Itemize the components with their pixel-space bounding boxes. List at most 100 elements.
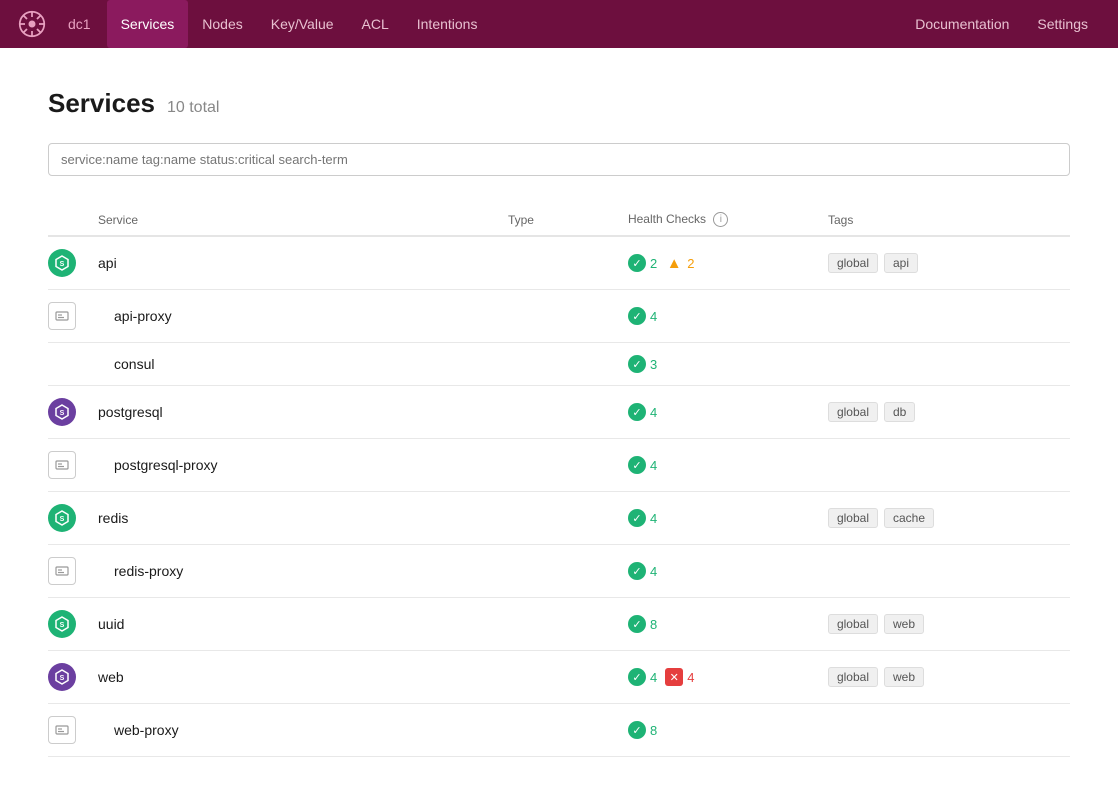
nav-item-documentation[interactable]: Documentation (901, 0, 1023, 48)
svc-tags-cell (828, 439, 1070, 492)
tag-badge[interactable]: global (828, 667, 878, 687)
table-row: consul✓3 (48, 343, 1070, 386)
svc-name-cell[interactable]: consul (98, 343, 508, 386)
svc-name-cell[interactable]: web (98, 651, 508, 704)
svc-name: api-proxy (98, 308, 172, 324)
service-icon: S (48, 398, 76, 426)
svc-type-cell (508, 598, 628, 651)
svc-type-cell (508, 343, 628, 386)
check-passed-icon: ✓ (628, 721, 646, 739)
table-row: S postgresql ✓4 global db (48, 386, 1070, 439)
svc-name-cell[interactable]: api-proxy (98, 290, 508, 343)
svc-type-cell (508, 492, 628, 545)
tag-badge[interactable]: db (884, 402, 915, 422)
check-count-green: 4 (650, 309, 657, 324)
health-checks-label: Health Checks (628, 212, 706, 226)
check-count-green: 8 (650, 617, 657, 632)
tag-badge[interactable]: web (884, 614, 924, 634)
tag-badge[interactable]: global (828, 402, 878, 422)
check-passed-icon: ✓ (628, 307, 646, 325)
svc-type-cell (508, 545, 628, 598)
nav-item-nodes[interactable]: Nodes (188, 0, 256, 48)
check-count-green: 4 (650, 458, 657, 473)
main-content: Services 10 total Service Type Health Ch… (0, 48, 1118, 797)
svc-icon-cell (48, 343, 98, 386)
check-passed-icon: ✓ (628, 668, 646, 686)
table-row: S web✓4✕4globalweb (48, 651, 1070, 704)
health-indicators: ✓4 (628, 403, 816, 421)
svc-name-cell[interactable]: uuid (98, 598, 508, 651)
th-service: Service (98, 204, 508, 236)
check-passed-icon: ✓ (628, 254, 646, 272)
tag-badge[interactable]: api (884, 253, 918, 273)
tag-badge[interactable]: web (884, 667, 924, 687)
check-count-critical: 4 (687, 670, 694, 685)
service-icon: S (48, 249, 76, 277)
table-header-row: Service Type Health Checks i Tags (48, 204, 1070, 236)
nav-item-keyvalue[interactable]: Key/Value (257, 0, 348, 48)
table-row: S uuid✓8globalweb (48, 598, 1070, 651)
svc-health-cell: ✓8 (628, 704, 828, 757)
nav-item-intentions[interactable]: Intentions (403, 0, 492, 48)
tag-badge[interactable]: global (828, 253, 878, 273)
svc-icon-cell (48, 704, 98, 757)
check-warning-icon: ▲ (665, 254, 683, 272)
svc-icon-cell: S (48, 386, 98, 439)
health-indicators: ✓4 (628, 562, 816, 580)
health-check-green: ✓4 (628, 403, 657, 421)
services-table: Service Type Health Checks i Tags S api ✓… (48, 204, 1070, 757)
nav-item-services[interactable]: Services (107, 0, 189, 48)
svc-health-cell: ✓4 (628, 492, 828, 545)
svc-name-cell[interactable]: postgresql (98, 386, 508, 439)
table-row: S api✓2▲2globalapi (48, 236, 1070, 290)
check-count-green: 3 (650, 357, 657, 372)
check-passed-icon: ✓ (628, 615, 646, 633)
search-input[interactable] (48, 143, 1070, 176)
svc-icon-cell: S (48, 492, 98, 545)
svc-name-cell[interactable]: redis (98, 492, 508, 545)
nav-dc-label[interactable]: dc1 (60, 0, 99, 48)
service-icon: S (48, 610, 76, 638)
svc-type-cell (508, 386, 628, 439)
page-title: Services (48, 88, 155, 119)
tags-container: global cache (828, 508, 1058, 528)
svc-icon-cell (48, 439, 98, 492)
tag-badge[interactable]: global (828, 508, 878, 528)
check-count-green: 2 (650, 256, 657, 271)
nav-right: Documentation Settings (901, 0, 1102, 48)
page-count: 10 total (167, 99, 219, 117)
svc-icon-cell: S (48, 651, 98, 704)
svg-text:S: S (60, 410, 65, 417)
svg-text:S: S (60, 622, 65, 629)
tags-container: global api (828, 253, 1058, 273)
svc-health-cell: ✓8 (628, 598, 828, 651)
health-check-green: ✓4 (628, 456, 657, 474)
tag-badge[interactable]: cache (884, 508, 934, 528)
health-indicators: ✓4 (628, 456, 816, 474)
svc-name-cell[interactable]: api (98, 236, 508, 290)
svc-type-cell (508, 439, 628, 492)
nav-item-settings[interactable]: Settings (1023, 0, 1102, 48)
svc-name-cell[interactable]: redis-proxy (98, 545, 508, 598)
table-row: postgresql-proxy ✓4 (48, 439, 1070, 492)
health-checks-info-icon[interactable]: i (713, 212, 728, 227)
tag-badge[interactable]: global (828, 614, 878, 634)
svc-name-cell[interactable]: web-proxy (98, 704, 508, 757)
svc-tags-cell: global web (828, 651, 1070, 704)
check-count-green: 4 (650, 405, 657, 420)
check-passed-icon: ✓ (628, 355, 646, 373)
health-indicators: ✓4 (628, 509, 816, 527)
svc-tags-cell: global web (828, 598, 1070, 651)
svc-health-cell: ✓4 (628, 439, 828, 492)
health-indicators: ✓8 (628, 721, 816, 739)
service-icon: S (48, 663, 76, 691)
svc-tags-cell (828, 290, 1070, 343)
check-count-green: 4 (650, 670, 657, 685)
table-row: web-proxy ✓8 (48, 704, 1070, 757)
svc-type-cell (508, 704, 628, 757)
health-check-green: ✓3 (628, 355, 657, 373)
svg-text:S: S (60, 261, 65, 268)
svc-icon-cell (48, 290, 98, 343)
svc-name-cell[interactable]: postgresql-proxy (98, 439, 508, 492)
nav-item-acl[interactable]: ACL (348, 0, 403, 48)
